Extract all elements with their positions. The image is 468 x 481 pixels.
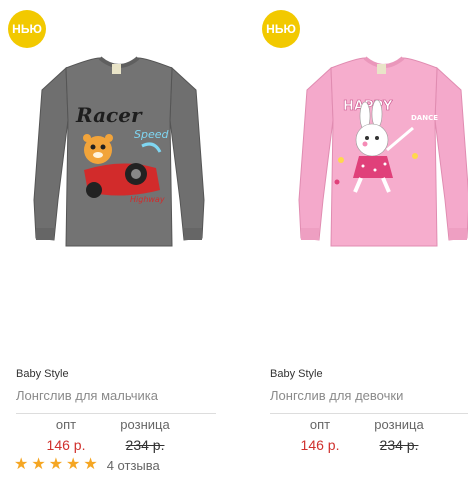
price-retail-label: розница [374, 417, 424, 432]
price-opt-value: 146 р. [46, 437, 86, 453]
product-name[interactable]: Лонгслив для девочки [270, 388, 403, 403]
print-text-speed: Speed [134, 128, 170, 141]
star-icon: ★ [31, 456, 46, 473]
new-badge: НЬЮ [262, 10, 300, 48]
product-image-girls-longsleeve[interactable]: HAPPY DANCE [294, 50, 468, 250]
price-retail-value: 234 р. [379, 437, 419, 453]
star-icon: ★ [14, 456, 29, 473]
star-icon: ★ [48, 456, 64, 473]
product-card[interactable]: НЬЮ Racer Speed Highway Baby Style Лонгс… [0, 0, 234, 481]
divider [16, 413, 216, 414]
product-card[interactable]: НЬЮ HAPPY DANCE [234, 0, 468, 481]
price-retail: розница 234 р. [105, 417, 185, 454]
print-text-racer: Racer [75, 103, 143, 127]
price-opt-label: опт [55, 417, 77, 432]
price-opt-label: опт [309, 417, 331, 432]
print-text-highway: Highway [130, 195, 165, 204]
price-opt: опт 146 р. [280, 417, 360, 454]
product-image-area[interactable]: НЬЮ Racer Speed Highway [0, 0, 234, 350]
price-opt-value: 146 р. [300, 437, 340, 453]
rating[interactable]: ★ ★ ★ ★ ★ 4 отзыва [14, 456, 160, 474]
product-brand: Baby Style [16, 368, 69, 380]
new-badge: НЬЮ [8, 10, 46, 48]
product-image-area[interactable]: НЬЮ HAPPY DANCE [234, 0, 468, 350]
star-icon: ★ [66, 456, 81, 473]
star-icon: ★ [83, 456, 98, 473]
product-brand: Baby Style [270, 368, 323, 380]
product-image-boys-longsleeve[interactable]: Racer Speed Highway [32, 50, 206, 250]
price-retail-label: розница [120, 417, 170, 432]
print-text-dance: DANCE [411, 114, 438, 122]
divider [270, 413, 468, 414]
price-opt: опт 146 р. [26, 417, 106, 454]
price-retail-value: 234 р. [125, 437, 165, 453]
price-retail: розница 234 р. [359, 417, 439, 454]
reviews-link[interactable]: 4 отзыва [107, 458, 160, 473]
product-name[interactable]: Лонгслив для мальчика [16, 388, 158, 403]
